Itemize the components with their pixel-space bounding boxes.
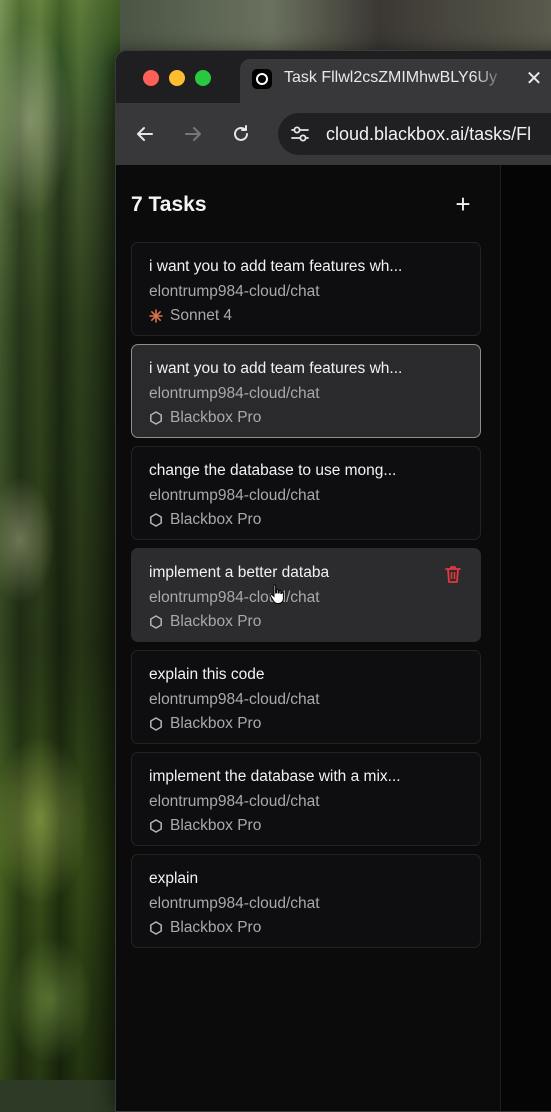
close-window-button[interactable] [143, 70, 159, 86]
task-repo: elontrump984-cloud/chat [149, 691, 320, 708]
task-title: implement the database with a mix... [149, 768, 401, 785]
task-title: change the database to use mong... [149, 462, 397, 479]
model-name: Blackbox Pro [170, 715, 262, 732]
hexagon-icon [149, 819, 163, 833]
task-repo: elontrump984-cloud/chat [149, 487, 320, 504]
hexagon-icon [149, 615, 163, 629]
blackbox-favicon-icon [252, 69, 272, 89]
task-title: i want you to add team features wh... [149, 258, 403, 275]
page-content: 7 Tasks + i want you to add team feature… [116, 165, 551, 1111]
tasks-sidebar: 7 Tasks + i want you to add team feature… [116, 165, 501, 1111]
hexagon-icon [149, 717, 163, 731]
model-name: Blackbox Pro [170, 817, 262, 834]
task-card[interactable]: explain this code elontrump984-cloud/cha… [131, 650, 481, 744]
task-card-selected[interactable]: i want you to add team features wh... el… [131, 344, 481, 438]
hexagon-icon [149, 411, 163, 425]
task-model: Blackbox Pro [149, 409, 261, 427]
url-text: cloud.blackbox.ai/tasks/Fl [326, 124, 532, 144]
task-title: i want you to add team features wh... [149, 360, 403, 377]
hexagon-icon [149, 513, 163, 527]
task-repo: elontrump984-cloud/chat [149, 385, 320, 402]
task-title: explain this code [149, 666, 265, 683]
model-name: Blackbox Pro [170, 409, 262, 426]
task-card-hovered[interactable]: implement a better databa elontrump984-c… [131, 548, 481, 642]
tasks-count-heading: 7 Tasks [131, 193, 207, 216]
delete-task-trash-icon[interactable] [443, 564, 463, 584]
task-repo: elontrump984-cloud/chat [149, 895, 320, 912]
browser-titlebar: Task Fllwl2csZMIMhwBLY6Uy ✕ [116, 51, 551, 103]
model-name: Sonnet 4 [170, 307, 233, 324]
task-model: Sonnet 4 [149, 307, 232, 325]
task-card[interactable]: change the database to use mong... elont… [131, 446, 481, 540]
task-title: explain [149, 870, 199, 887]
back-arrow-icon[interactable] [132, 121, 158, 147]
model-name: Blackbox Pro [170, 511, 262, 528]
task-repo: elontrump984-cloud/chat [149, 589, 320, 606]
task-detail-pane [501, 165, 551, 1111]
hexagon-icon [149, 921, 163, 935]
browser-window: Task Fllwl2csZMIMhwBLY6Uy ✕ cloud.blackb… [115, 50, 551, 1112]
task-card[interactable]: i want you to add team features wh... el… [131, 242, 481, 336]
wallpaper-top-strip [120, 0, 551, 56]
task-repo: elontrump984-cloud/chat [149, 793, 320, 810]
task-model: Blackbox Pro [149, 613, 261, 631]
tab-close-button[interactable]: ✕ [520, 65, 548, 93]
browser-toolbar: cloud.blackbox.ai/tasks/Fl [116, 103, 551, 165]
tab-title: Task Fllwl2csZMIMhwBLY6Uy [284, 69, 498, 86]
task-model: Blackbox Pro [149, 817, 261, 835]
maximize-window-button[interactable] [195, 70, 211, 86]
claude-spark-icon [149, 309, 163, 323]
browser-tab[interactable]: Task Fllwl2csZMIMhwBLY6Uy ✕ [240, 59, 551, 103]
task-model: Blackbox Pro [149, 919, 261, 937]
model-name: Blackbox Pro [170, 919, 262, 936]
new-task-button[interactable]: + [450, 191, 476, 217]
minimize-window-button[interactable] [169, 70, 185, 86]
task-list: i want you to add team features wh... el… [131, 242, 481, 956]
task-title: implement a better databa [149, 564, 330, 581]
task-card[interactable]: explain elontrump984-cloud/chat Blackbox… [131, 854, 481, 948]
site-settings-icon[interactable] [288, 122, 312, 146]
task-model: Blackbox Pro [149, 511, 261, 529]
hand-pointer-cursor-icon [268, 583, 288, 605]
task-repo: elontrump984-cloud/chat [149, 283, 320, 300]
task-card[interactable]: implement the database with a mix... elo… [131, 752, 481, 846]
forward-arrow-icon[interactable] [180, 121, 206, 147]
task-model: Blackbox Pro [149, 715, 261, 733]
model-name: Blackbox Pro [170, 613, 262, 630]
address-bar[interactable]: cloud.blackbox.ai/tasks/Fl [278, 113, 551, 155]
reload-icon[interactable] [228, 121, 254, 147]
